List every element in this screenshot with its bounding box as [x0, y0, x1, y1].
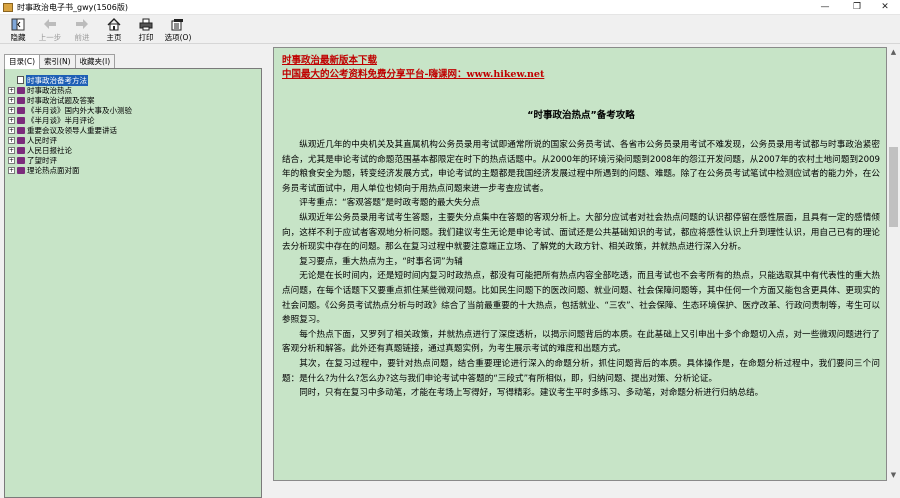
book-icon	[17, 116, 25, 124]
expand-icon[interactable]: +	[8, 166, 15, 174]
page-icon	[17, 76, 24, 84]
toolbar: 隐藏 上一步 前进 主页 打印 选项(O)	[0, 15, 900, 44]
title-bar: 时事政治电子书_gwy(1506版) — ❐ ✕	[0, 0, 900, 15]
article-paragraph: 纵观近几年的中央机关及其直属机构公务员录用考试即通常所说的国家公务员考试、各省市…	[282, 140, 881, 194]
book-icon	[17, 166, 25, 174]
expand-icon[interactable]: +	[8, 156, 15, 164]
expand-icon[interactable]: +	[8, 126, 15, 134]
article-paragraph: 无论是在长时间内，还是短时间内复习时政热点，都没有可能把所有热点内容全部吃透，而…	[282, 271, 880, 326]
print-button[interactable]: 打印	[130, 15, 162, 43]
scroll-down-icon[interactable]: ▼	[887, 470, 900, 481]
tree-item-banyuetan-comments[interactable]: + 《半月谈》半月评论	[8, 115, 95, 125]
book-icon	[17, 146, 25, 154]
vertical-scrollbar[interactable]: ▲ ▼	[887, 47, 900, 481]
tree-item-peoples-daily-editorials[interactable]: + 人民日报社论	[8, 145, 72, 155]
app-icon	[3, 2, 13, 12]
book-icon	[17, 86, 25, 94]
expand-icon[interactable]: +	[8, 86, 15, 94]
tree-item-questions-answers[interactable]: + 时事政治试题及答案	[8, 95, 95, 105]
book-icon	[17, 156, 25, 164]
tree-item-peoples-comments[interactable]: + 人民时评	[8, 135, 57, 145]
book-icon	[17, 106, 25, 114]
minimize-button[interactable]: —	[810, 0, 840, 14]
expand-icon[interactable]: +	[8, 136, 15, 144]
home-icon	[107, 17, 121, 31]
article-paragraph: 评考重点：“客观答题”是时政考题的最大失分点	[299, 198, 480, 209]
home-button[interactable]: 主页	[98, 15, 130, 43]
tree-item-theory-hot-spots[interactable]: + 理论热点面对面	[8, 165, 80, 175]
options-button[interactable]: 选项(O)	[162, 15, 194, 43]
article-paragraph: 每个热点下面，又罗列了相关政策，并就热点进行了深度透析，以揭示问题背后的本质。在…	[282, 329, 880, 355]
tree-item-meetings-speeches[interactable]: + 重要会议及领导人重要讲话	[8, 125, 117, 135]
article-paragraph: 其次，在复习过程中，要针对热点问题，结合重要理论进行深入的命题分析，抓住问题背后…	[282, 358, 880, 384]
navigation-pane: 目录(C) 索引(N) 收藏夹(I) 时事政治备考方法 + 时事政治热点 + 时…	[0, 44, 266, 498]
contents-tree[interactable]: 时事政治备考方法 + 时事政治热点 + 时事政治试题及答案 + 《半月谈》国内外…	[4, 68, 262, 498]
book-icon	[17, 96, 25, 104]
tree-item-study-methods[interactable]: 时事政治备考方法	[8, 74, 88, 86]
back-button[interactable]: 上一步	[34, 15, 66, 43]
expand-icon[interactable]: +	[8, 146, 15, 154]
tab-favorites[interactable]: 收藏夹(I)	[74, 54, 116, 68]
forward-arrow-icon	[75, 17, 89, 31]
download-link[interactable]: 时事政治最新版本下载	[282, 54, 880, 68]
expand-icon[interactable]: +	[8, 96, 15, 104]
tab-contents[interactable]: 目录(C)	[4, 54, 41, 69]
article-paragraph: 纵观近年公务员录用考试考生答题，主要失分点集中在答题的客观分析上。大部分应试者对…	[282, 212, 880, 253]
window-title: 时事政治电子书_gwy(1506版)	[17, 2, 128, 12]
tree-item-banyuetan-events[interactable]: + 《半月谈》国内外大事及小测验	[8, 105, 132, 115]
pane-splitter[interactable]	[266, 44, 271, 481]
restore-button[interactable]: ❐	[842, 0, 872, 14]
expand-icon[interactable]: +	[8, 106, 15, 114]
article-paragraph: 复习要点，重大热点为主，“时事名词”为辅	[299, 256, 463, 267]
book-icon	[17, 126, 25, 134]
close-button[interactable]: ✕	[870, 0, 900, 14]
content-pane: 时事政治最新版本下载 中国最大的公考资料免费分享平台-嗨课网：www.hikew…	[273, 47, 887, 481]
scroll-up-icon[interactable]: ▲	[887, 47, 900, 58]
forward-button[interactable]: 前进	[66, 15, 98, 43]
hide-icon	[11, 17, 25, 31]
hide-button[interactable]: 隐藏	[2, 15, 34, 43]
hikew-link[interactable]: 中国最大的公考资料免费分享平台-嗨课网：www.hikew.net	[282, 68, 880, 82]
options-icon	[171, 17, 185, 31]
nav-tabs: 目录(C) 索引(N) 收藏夹(I)	[4, 54, 116, 69]
article-title: “时事政治热点”备考攻略	[527, 110, 635, 121]
article-paragraph: 同时，只有在复习中多动笔，才能在考场上写得好，写得精彩。建议考生平时多练习、多动…	[299, 388, 764, 399]
tree-item-liaowang-comments[interactable]: + 了望时评	[8, 155, 57, 165]
scroll-thumb[interactable]	[889, 147, 898, 227]
print-icon	[139, 17, 153, 31]
tree-item-hot-topics[interactable]: + 时事政治热点	[8, 85, 72, 95]
back-arrow-icon	[43, 17, 57, 31]
tab-index[interactable]: 索引(N)	[39, 54, 76, 68]
expand-icon[interactable]: +	[8, 116, 15, 124]
book-icon	[17, 136, 25, 144]
